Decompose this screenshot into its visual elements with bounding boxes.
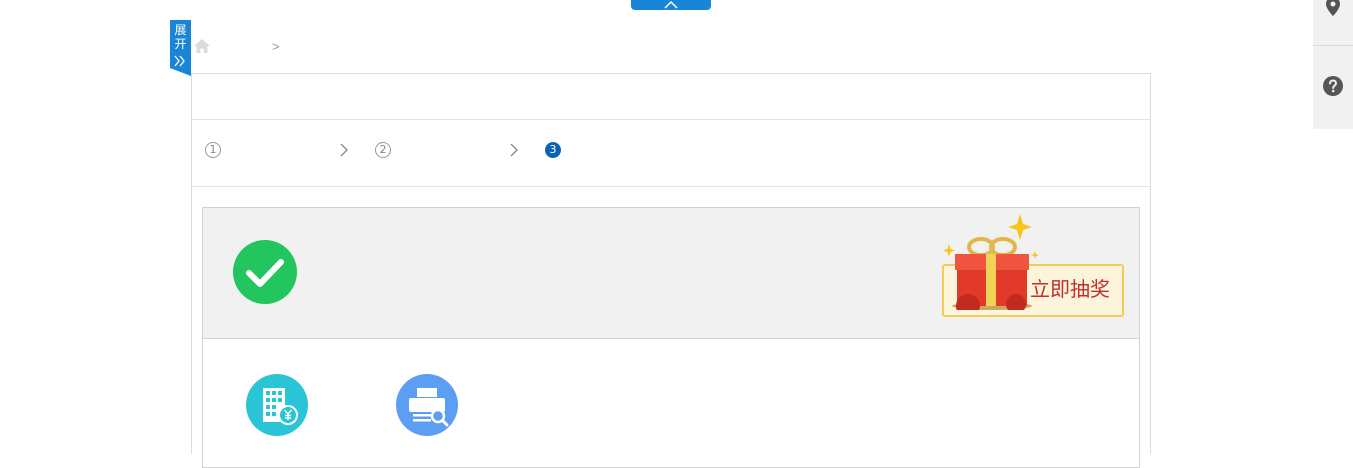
step-1-number: 1 <box>205 142 221 158</box>
expand-ribbon[interactable]: 展 开 <box>170 20 191 76</box>
help-question-icon[interactable] <box>1323 76 1343 96</box>
building-yen-icon[interactable] <box>246 374 308 436</box>
collapse-top-tab[interactable] <box>631 0 711 10</box>
check-circle-icon <box>233 240 297 304</box>
location-pin-icon[interactable] <box>1326 0 1340 17</box>
gift-box-icon <box>943 214 1038 310</box>
lottery-label: 立即抽奖 <box>1030 277 1110 301</box>
step-chevron-icon <box>510 143 518 157</box>
step-2-number: 2 <box>375 142 391 158</box>
main-panel: 1 2 3 立即抽奖 <box>191 73 1151 468</box>
side-toolbar <box>1313 0 1353 129</box>
progress-steps: 1 2 3 <box>192 120 1150 187</box>
panel-header <box>192 74 1150 120</box>
double-chevron-right-icon <box>174 55 185 67</box>
expand-label: 展 开 <box>174 23 187 51</box>
printer-search-icon[interactable] <box>396 374 458 436</box>
side-toolbar-divider <box>1313 45 1353 46</box>
step-3-number: 3 <box>545 142 561 158</box>
breadcrumb-separator: > <box>272 39 280 54</box>
result-banner: 立即抽奖 <box>202 207 1140 339</box>
step-chevron-icon <box>340 143 348 157</box>
home-icon[interactable] <box>193 38 211 54</box>
chevron-up-icon <box>664 0 678 9</box>
actions-area <box>202 337 1140 468</box>
